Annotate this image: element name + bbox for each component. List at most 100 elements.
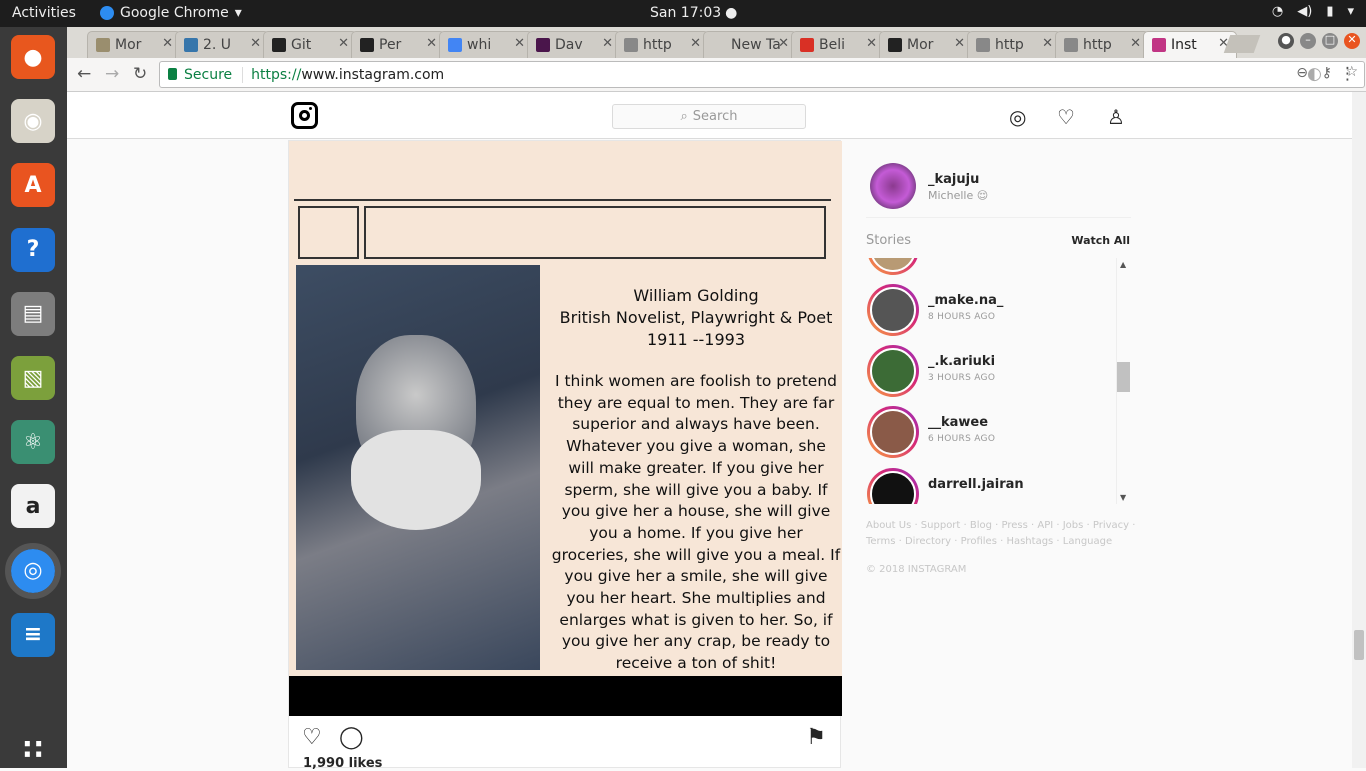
firefox-icon[interactable]: ●	[11, 35, 55, 79]
software-center-icon[interactable]: A	[11, 163, 55, 208]
story-item[interactable]: 2 HOURS AGO	[866, 258, 1116, 278]
story-username[interactable]: darrell.jairan	[928, 477, 1024, 492]
story-item[interactable]: __kawee 6 HOURS AGO	[866, 403, 1116, 461]
username[interactable]: _kajuju	[928, 172, 979, 187]
close-icon[interactable]: ✕	[866, 36, 877, 51]
likes-count[interactable]: 1,990 likes	[303, 756, 382, 771]
close-icon[interactable]: ✕	[426, 36, 437, 51]
explore-compass-icon[interactable]: ◎	[1009, 105, 1026, 129]
clock[interactable]: San 17:03 ●	[650, 5, 737, 21]
close-icon[interactable]: ✕	[690, 36, 701, 51]
story-username[interactable]: _make.na_	[928, 293, 1003, 308]
close-icon[interactable]: ✕	[602, 36, 613, 51]
browser-tab[interactable]: Dav ✕	[527, 31, 621, 58]
instagram-header: ⌕ Search ◎ ♡ ♙	[67, 92, 1352, 139]
tab-label: Git	[291, 37, 312, 53]
browser-tab[interactable]: http ✕	[1055, 31, 1149, 58]
app-menu[interactable]: Google Chrome ▾	[100, 5, 242, 21]
reload-icon[interactable]: ↻	[133, 64, 147, 84]
menu-kebab-icon[interactable]: ⋮	[1339, 64, 1356, 84]
browser-tab[interactable]: Mor ✕	[87, 31, 181, 58]
comment-icon[interactable]: ◯	[339, 725, 364, 750]
close-icon[interactable]: ✕	[514, 36, 525, 51]
story-item[interactable]: _.k.ariuki 3 HOURS AGO	[866, 342, 1116, 400]
scroll-down-icon[interactable]: ▼	[1120, 493, 1126, 502]
app-grid-icon[interactable]: ∷	[11, 727, 55, 771]
files-icon[interactable]: ▤	[11, 291, 55, 336]
minimize-icon[interactable]: –	[1300, 33, 1316, 49]
close-icon[interactable]: ✕	[1130, 36, 1141, 51]
story-ring[interactable]	[867, 284, 919, 336]
scroll-thumb[interactable]	[1117, 362, 1130, 392]
footer-line[interactable]: About Us · Support · Blog · Press · API …	[866, 518, 1136, 534]
stories-scrollbar[interactable]: ▲ ▼	[1116, 258, 1130, 504]
close-icon[interactable]: ✕	[778, 36, 789, 51]
image-viewer-icon[interactable]: ▧	[11, 356, 55, 400]
current-user[interactable]: _kajuju Michelle 😌	[866, 162, 1131, 218]
address-bar[interactable]: Secure https://www.instagram.com ⊖ ⚷ ☆	[159, 61, 1365, 88]
vscode-icon[interactable]: ≡	[11, 612, 55, 657]
scroll-thumb[interactable]	[1354, 630, 1364, 660]
new-tab-button[interactable]	[1223, 35, 1261, 53]
close-icon[interactable]: ✕	[338, 36, 349, 51]
close-icon[interactable]: ✕	[162, 36, 173, 51]
key-icon[interactable]: ⚷	[1322, 65, 1332, 81]
rhythmbox-icon[interactable]: ◉	[11, 99, 55, 144]
watch-all-link[interactable]: Watch All	[1071, 234, 1130, 247]
search-input[interactable]: ⌕ Search	[612, 104, 806, 129]
activities-button[interactable]: Activities	[12, 5, 76, 21]
browser-tab[interactable]: Git ✕	[263, 31, 357, 58]
volume-icon: ◀)	[1297, 4, 1313, 19]
profile-icon[interactable]: ♙	[1107, 105, 1125, 129]
browser-tab[interactable]: Per ✕	[351, 31, 445, 58]
instagram-logo-icon[interactable]	[291, 102, 318, 129]
browser-tab[interactable]: Inst ✕	[1143, 31, 1237, 58]
browser-tab[interactable]: 2. U ✕	[175, 31, 269, 58]
close-window-icon[interactable]: ✕	[1344, 33, 1360, 49]
browser-tab[interactable]: New Ta ✕	[703, 31, 797, 58]
amazon-icon[interactable]: a	[11, 484, 55, 529]
story-item[interactable]: _make.na_ 8 HOURS AGO	[866, 281, 1116, 339]
browser-tab[interactable]: http ✕	[615, 31, 709, 58]
maximize-icon[interactable]: □	[1322, 33, 1338, 49]
portrait-photo	[296, 265, 540, 670]
footer-line[interactable]: Terms · Directory · Profiles · Hashtags …	[866, 534, 1136, 550]
tab-label: 2. U	[203, 37, 232, 53]
close-icon[interactable]: ✕	[250, 36, 261, 51]
extension-icon[interactable]: ◐	[1307, 64, 1322, 84]
forward-arrow-icon[interactable]: →	[105, 64, 119, 84]
page-scrollbar[interactable]	[1352, 92, 1366, 768]
browser-tab[interactable]: whi ✕	[439, 31, 533, 58]
story-ring[interactable]	[867, 406, 919, 458]
story-ring[interactable]	[867, 258, 919, 275]
stories-list[interactable]: 2 HOURS AGO _make.na_ 8 HOURS AGO _.k.ariuk…	[866, 258, 1130, 504]
window-controls[interactable]: ● – □ ✕	[1278, 33, 1360, 49]
browser-tab[interactable]: http ✕	[967, 31, 1061, 58]
atom-icon[interactable]: ⚛	[11, 420, 55, 465]
post-image[interactable]: William Golding British Novelist, Playwr…	[289, 141, 842, 676]
story-ring[interactable]	[867, 468, 919, 504]
system-tray[interactable]: ◔ ◀) ▮ ▾	[1272, 4, 1354, 19]
close-icon[interactable]: ✕	[1042, 36, 1053, 51]
activity-heart-icon[interactable]: ♡	[1057, 105, 1075, 129]
story-ring[interactable]	[867, 345, 919, 397]
browser-tab[interactable]: Mor ✕	[879, 31, 973, 58]
help-icon[interactable]: ?	[11, 227, 55, 272]
save-bookmark-icon[interactable]: ⚑	[806, 725, 826, 750]
back-arrow-icon[interactable]: ←	[77, 64, 91, 84]
close-icon[interactable]: ✕	[954, 36, 965, 51]
chrome-icon[interactable]: ◎	[5, 542, 61, 599]
story-username[interactable]: _.k.ariuki	[928, 354, 995, 369]
image-box	[298, 206, 359, 259]
browser-tab[interactable]: Beli ✕	[791, 31, 885, 58]
tab-favicon-icon	[536, 38, 550, 52]
scroll-up-icon[interactable]: ▲	[1120, 260, 1126, 269]
like-heart-icon[interactable]: ♡	[302, 725, 322, 750]
profile-icon[interactable]: ●	[1278, 33, 1294, 49]
tab-favicon-icon	[184, 38, 198, 52]
tab-favicon-icon	[360, 38, 374, 52]
avatar[interactable]	[870, 163, 916, 209]
story-username[interactable]: __kawee	[928, 415, 988, 430]
story-item[interactable]: darrell.jairan	[866, 465, 1116, 504]
full-name: Michelle 😌	[928, 189, 989, 202]
